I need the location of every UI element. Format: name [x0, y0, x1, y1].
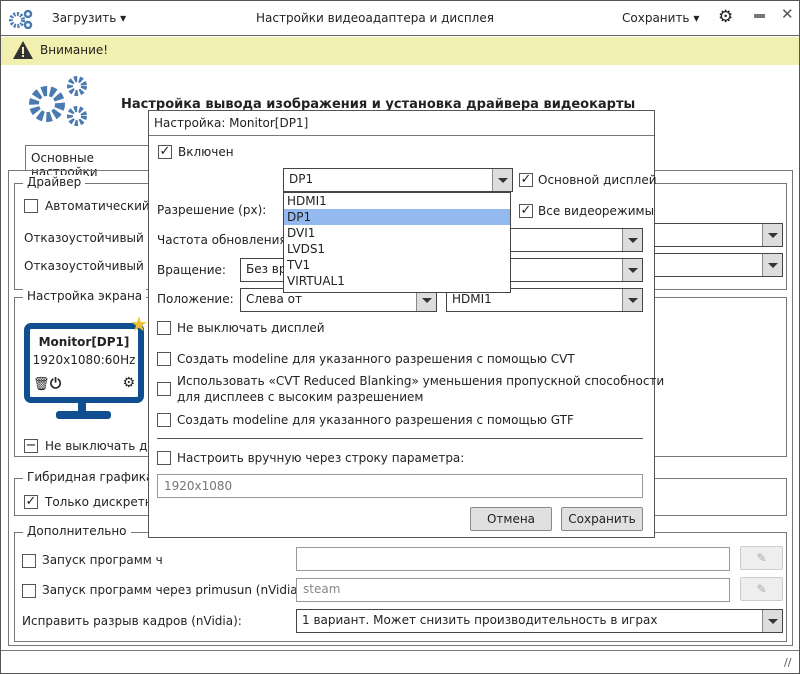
chevron-down-icon	[762, 224, 782, 246]
tearing-label: Исправить разрыв кадров (nVidia):	[22, 614, 242, 628]
dropdown-option[interactable]: TV1	[284, 257, 510, 273]
tearing-value: 1 вариант. Может снизить производительно…	[302, 613, 658, 627]
run2-input[interactable]: steam	[296, 578, 730, 602]
run2-label: Запуск программ через primusun (nVidia):	[42, 583, 307, 597]
resolution-label: Разрешение (px):	[157, 203, 267, 217]
keep-display-on-label: Не выключать дисплей	[177, 321, 325, 335]
hybrid-group-label: Гибридная графика	[23, 470, 158, 484]
cvt-rb-label-2: для дисплеев с высоким разрешением	[177, 390, 424, 404]
manual-param-input[interactable]	[157, 474, 643, 498]
failsafe-driver-label-2: Отказоустойчивый др	[24, 259, 164, 273]
auto-driver-label: Автоматический в	[45, 199, 161, 213]
warning-icon	[13, 41, 33, 59]
keep-on-label: Не выключать ди	[45, 439, 156, 453]
titlebar: Загрузить ▾ Настройки видеоадаптера и ди…	[1, 1, 799, 36]
gear-icon[interactable]: ⚙	[122, 375, 135, 391]
header-gears-icon	[29, 76, 87, 126]
dropdown-option[interactable]: HDMI1	[284, 193, 510, 209]
gtf-label: Создать modeline для указанного разрешен…	[177, 413, 574, 427]
position-target-value: HDMI1	[452, 292, 492, 306]
dropdown-option[interactable]: DVI1	[284, 225, 510, 241]
gtf-checkbox[interactable]	[157, 413, 171, 427]
chevron-down-icon	[762, 610, 782, 632]
refresh-label: Частота обновления (	[157, 233, 296, 247]
rotation-label: Вращение:	[157, 263, 226, 277]
run2-value: steam	[303, 582, 341, 596]
rotation-value: Без вр	[246, 262, 287, 276]
cvt-rb-checkbox[interactable]	[157, 382, 171, 396]
dropdown-option-selected[interactable]: DP1	[284, 209, 510, 225]
minimize-icon[interactable]	[754, 14, 765, 18]
failsafe-driver-label-1: Отказоустойчивый др	[24, 231, 164, 245]
discrete-only-label: Только дискретно	[45, 495, 160, 509]
keep-display-on-checkbox[interactable]	[157, 321, 171, 335]
primary-display-label: Основной дисплей	[538, 173, 657, 187]
all-modes-checkbox[interactable]: ✓	[519, 204, 533, 218]
tab-main-settings[interactable]: Основные настройки	[25, 145, 165, 179]
resize-grip-icon[interactable]: //	[784, 656, 791, 669]
dropdown-option[interactable]: LVDS1	[284, 241, 510, 257]
cvt-rb-label: Использовать «CVT Reduced Blanking» умен…	[177, 374, 665, 388]
manual-label: Настроить вручную через строку параметра…	[177, 451, 465, 465]
monitor-card[interactable]: Monitor[DP1] 1920x1080:60Hz 🗑 ⏻ ⚙	[24, 323, 144, 403]
enabled-checkbox[interactable]: ✓	[158, 145, 172, 159]
save-button[interactable]: Сохранить	[561, 507, 643, 531]
position-value: Слева от	[246, 292, 303, 306]
screen-group-label: Настройка экрана	[23, 289, 147, 303]
run2-checkbox[interactable]	[22, 584, 36, 598]
run1-checkbox[interactable]	[22, 554, 36, 568]
star-icon: ★	[130, 312, 148, 336]
edit-icon[interactable]: ✎	[740, 577, 783, 601]
dialog-titlebar: Настройка: Monitor[DP1]	[149, 111, 654, 136]
trash-icon[interactable]: 🗑	[33, 377, 50, 392]
auto-driver-checkbox[interactable]	[24, 199, 38, 213]
output-dropdown-list: HDMI1 DP1 DVI1 LVDS1 TV1 VIRTUAL1	[283, 192, 511, 293]
cancel-button[interactable]: Отмена	[470, 507, 552, 531]
dialog-title: Настройка: Monitor[DP1]	[154, 116, 309, 130]
primary-display-checkbox[interactable]: ✓	[519, 173, 533, 187]
output-select[interactable]: DP1	[283, 168, 513, 192]
chevron-down-icon	[762, 254, 782, 276]
discrete-only-checkbox[interactable]: ✓	[24, 495, 38, 509]
save-menu-label: Сохранить	[622, 11, 690, 25]
chevron-down-icon: ▾	[693, 11, 700, 25]
gear-icon[interactable]: ⚙	[718, 7, 733, 27]
driver-group-label: Драйвер	[23, 175, 86, 189]
position-label: Положение:	[157, 292, 234, 306]
monitor-base	[56, 411, 111, 419]
run1-label: Запуск программ ч	[42, 553, 163, 567]
manual-checkbox[interactable]	[157, 451, 171, 465]
chevron-down-icon	[622, 229, 642, 251]
edit-icon[interactable]: ✎	[740, 546, 783, 570]
cvt-label: Создать modeline для указанного разрешен…	[177, 352, 575, 366]
warning-bar: Внимание!	[1, 37, 799, 65]
chevron-down-icon	[622, 289, 642, 311]
tearing-select[interactable]: 1 вариант. Может снизить производительно…	[296, 609, 783, 633]
warning-text: Внимание!	[40, 43, 109, 57]
power-icon[interactable]: ⏻	[50, 376, 61, 392]
all-modes-label: Все видеорежимы	[538, 204, 655, 218]
save-menu[interactable]: Сохранить ▾	[622, 11, 699, 25]
status-divider	[1, 650, 799, 651]
monitor-mode: 1920x1080:60Hz	[32, 353, 136, 367]
extra-group-label: Дополнительно	[23, 524, 131, 538]
close-icon[interactable]: ✕	[781, 5, 794, 23]
dialog-divider	[157, 438, 643, 439]
output-value: DP1	[289, 172, 314, 186]
dropdown-option[interactable]: VIRTUAL1	[284, 273, 510, 289]
cvt-checkbox[interactable]	[157, 352, 171, 366]
run1-input[interactable]	[296, 547, 730, 571]
keep-on-checkbox[interactable]: −	[24, 439, 38, 453]
chevron-down-icon	[622, 259, 642, 281]
enabled-label: Включен	[178, 145, 234, 159]
monitor-name: Monitor[DP1]	[38, 335, 130, 349]
chevron-down-icon	[492, 169, 512, 191]
